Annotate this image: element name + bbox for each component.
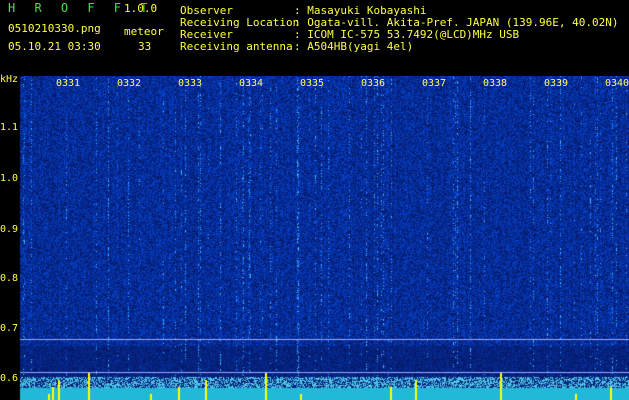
antenna-value: : A504HB(yagi 4el) [294,40,414,53]
y-tick-label: 0.9 [0,224,19,235]
y-tick-label: 1.0 [0,173,19,184]
x-tick-label: 0331 [56,78,81,89]
app-version: 1.0.0 [124,2,158,15]
y-unit-label: kHz [0,74,19,85]
y-tick-label: 1.1 [0,122,19,133]
spectrogram [0,76,629,400]
datetime: 05.10.21 03:30 [8,40,101,53]
x-tick-label: 0335 [300,78,325,89]
x-tick-label: 0333 [178,78,203,89]
x-tick-label: 0334 [239,78,264,89]
x-tick-label: 0338 [483,78,508,89]
count-label: meteor [124,25,164,38]
filename: 0510210330.png [8,22,101,35]
x-tick-label: 0340 [605,78,629,89]
x-tick-label: 0337 [422,78,447,89]
antenna-label: Receiving antenna [180,40,293,53]
y-tick-label: 0.8 [0,273,19,284]
y-tick-label: 0.6 [0,373,19,384]
x-tick-label: 0336 [361,78,386,89]
y-tick-label: 0.7 [0,323,19,334]
x-tick-label: 0339 [544,78,569,89]
meteor-count: 33 [138,40,152,53]
x-tick-label: 0332 [117,78,142,89]
